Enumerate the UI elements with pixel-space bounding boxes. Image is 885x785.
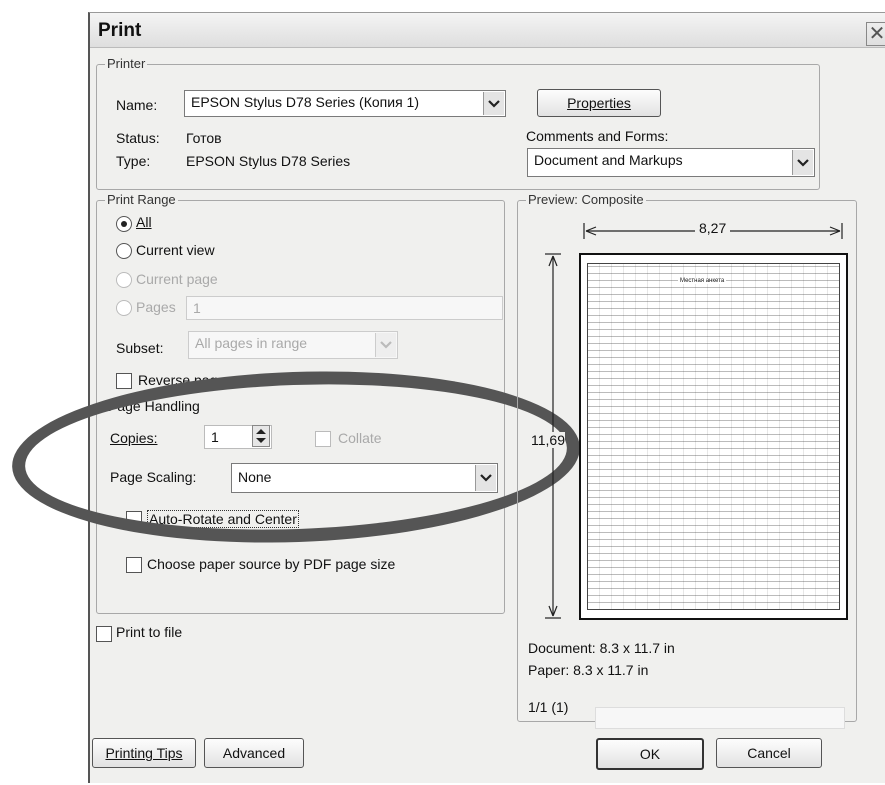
status-label: Status:	[116, 130, 160, 146]
printer-name-select[interactable]: EPSON Stylus D78 Series (Копия 1)	[184, 90, 506, 117]
preview-page-thumbnail: Местная анкета	[579, 253, 848, 620]
paper-size-label: Paper: 8.3 x 11.7 in	[528, 662, 649, 678]
comments-forms-label: Comments and Forms:	[526, 128, 669, 144]
page-counter-label: 1/1 (1)	[528, 699, 569, 715]
current-view-radio[interactable]	[116, 243, 132, 259]
ok-button[interactable]: OK	[596, 738, 704, 770]
printer-name-label: Name:	[116, 97, 158, 113]
preview-doc-title: Местная анкета	[678, 278, 727, 284]
reverse-pages-checkbox[interactable]	[116, 373, 132, 389]
current-view-label[interactable]: Current view	[136, 242, 215, 258]
preview-document-content: Местная анкета	[587, 263, 840, 610]
all-radio[interactable]	[116, 216, 132, 232]
status-value: Готов	[186, 130, 222, 146]
printer-group-label: Printer	[105, 56, 148, 71]
dialog-title: Print	[98, 20, 142, 41]
properties-button[interactable]: Properties	[537, 89, 661, 117]
title-bar: Print ✕	[90, 13, 885, 48]
preview-height-label: 11,69	[531, 432, 565, 448]
ok-label: OK	[639, 746, 661, 762]
subset-value: All pages in range	[195, 335, 308, 351]
printing-tips-label: Printing Tips	[105, 745, 183, 761]
print-to-file-label[interactable]: Print to file	[116, 624, 182, 640]
document-size-label: Document: 8.3 x 11.7 in	[528, 640, 675, 656]
preview-group-label: Preview: Composite	[526, 192, 646, 207]
current-page-radio	[116, 272, 132, 288]
subset-select: All pages in range	[188, 331, 398, 359]
comments-forms-select[interactable]: Document and Markups	[527, 148, 815, 177]
advanced-label: Advanced	[222, 745, 286, 761]
paper-source-checkbox[interactable]	[126, 557, 142, 573]
cancel-label: Cancel	[747, 745, 791, 761]
paper-source-label[interactable]: Choose paper source by PDF page size	[147, 556, 395, 572]
pages-input: 1	[186, 296, 503, 320]
subset-label: Subset:	[116, 340, 164, 356]
pages-input-value: 1	[193, 300, 201, 316]
properties-button-label: Properties	[567, 95, 631, 111]
pages-radio	[116, 300, 132, 316]
print-to-file-checkbox[interactable]	[96, 626, 112, 642]
current-page-label: Current page	[136, 271, 218, 287]
close-icon[interactable]: ✕	[866, 22, 885, 46]
print-range-group-label: Print Range	[105, 192, 178, 207]
printing-tips-button[interactable]: Printing Tips	[92, 738, 196, 768]
chevron-down-icon[interactable]	[792, 150, 813, 175]
type-label: Type:	[116, 153, 151, 169]
all-radio-label[interactable]: All	[136, 214, 152, 230]
advanced-button[interactable]: Advanced	[204, 738, 304, 768]
chevron-down-icon[interactable]	[483, 92, 504, 115]
pages-label: Pages	[136, 299, 176, 315]
type-value: EPSON Stylus D78 Series	[186, 153, 351, 169]
preview-width-label: 8,27	[695, 220, 731, 236]
cancel-button[interactable]: Cancel	[716, 738, 822, 768]
printer-name-value: EPSON Stylus D78 Series (Копия 1)	[191, 94, 419, 110]
preview-page-slider[interactable]	[595, 707, 845, 729]
comments-forms-value: Document and Markups	[534, 152, 683, 168]
chevron-down-icon	[375, 333, 396, 357]
